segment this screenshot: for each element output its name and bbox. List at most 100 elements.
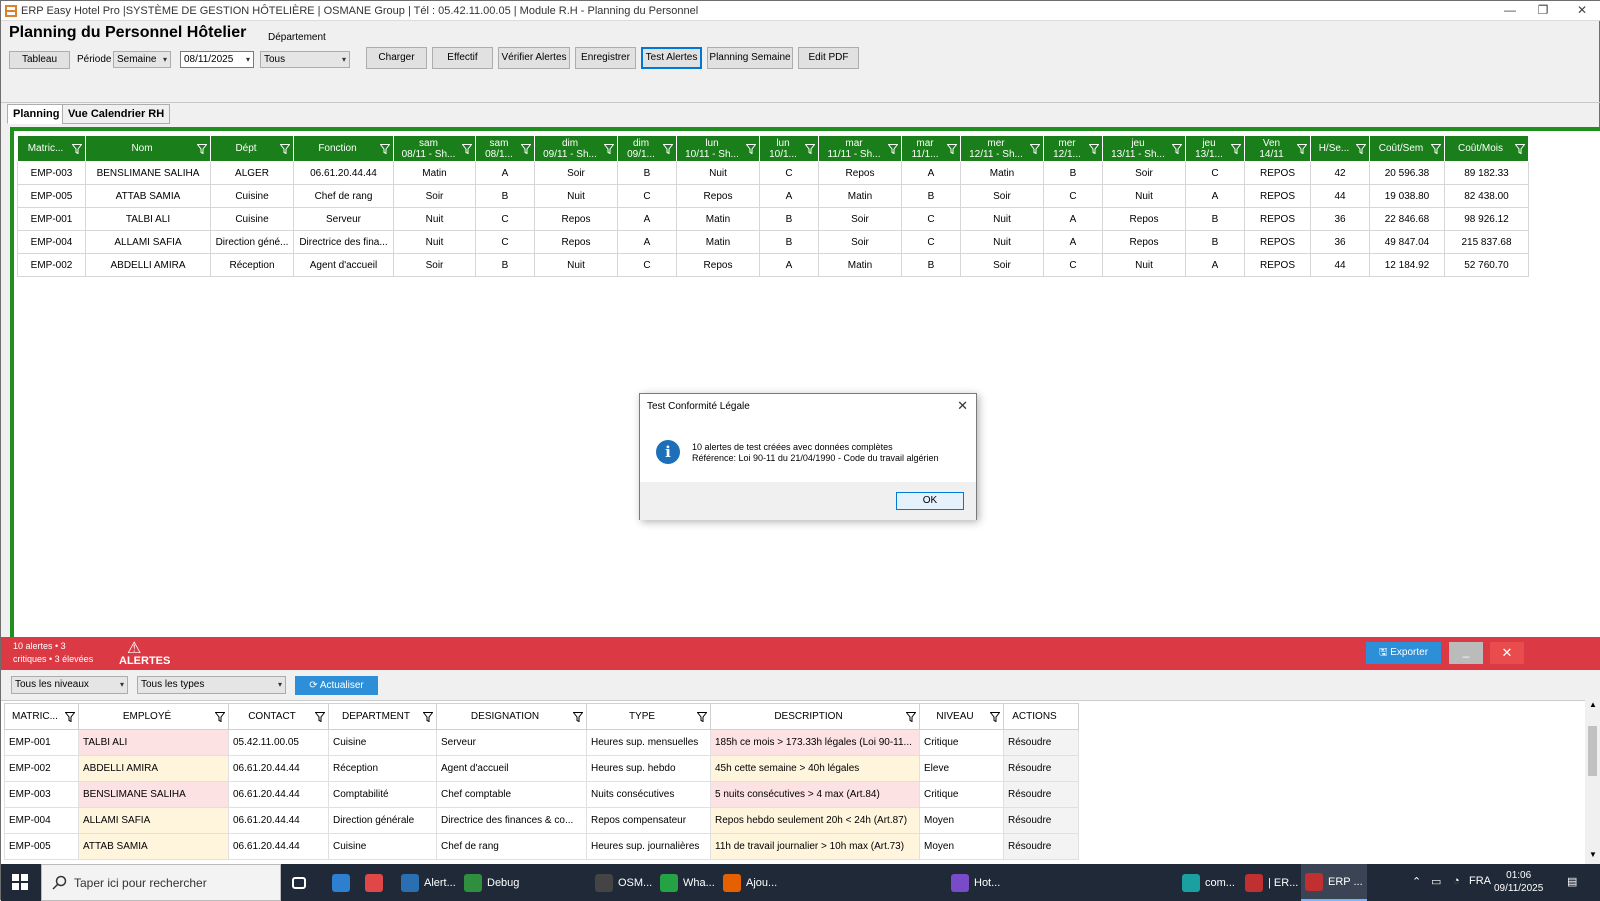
planning-cell[interactable]: A [1185, 253, 1245, 277]
enregistrer-button[interactable]: Enregistrer [575, 47, 636, 69]
planning-cell[interactable]: 22 846.68 [1369, 207, 1445, 231]
restore-window-button[interactable]: ❐ [1528, 1, 1558, 21]
tableau-button[interactable]: Tableau [9, 51, 70, 69]
taskbar-app-button[interactable]: Hot... [947, 864, 1004, 901]
windows-start-icon[interactable] [12, 874, 28, 890]
verifier-alertes-button[interactable]: Vérifier Alertes [498, 47, 570, 69]
filter-icon[interactable] [1029, 143, 1041, 154]
alerts-cell[interactable]: Agent d'accueil [436, 755, 587, 782]
alerts-cell[interactable]: EMP-001 [4, 729, 79, 756]
planning-cell[interactable]: Agent d'accueil [293, 253, 394, 277]
filter-icon[interactable] [196, 143, 208, 154]
planning-cell[interactable]: A [759, 184, 819, 208]
planning-cell[interactable]: B [617, 161, 677, 185]
alerts-cell[interactable]: Réception [328, 755, 437, 782]
alerts-cell[interactable]: 45h cette semaine > 40h légales [710, 755, 920, 782]
planning-cell[interactable]: Soir [960, 184, 1044, 208]
planning-cell[interactable]: 36 [1310, 230, 1370, 254]
taskbar-search[interactable]: Taper ici pour rechercher [41, 864, 281, 901]
planning-cell[interactable]: B [475, 184, 535, 208]
planning-cell[interactable]: Nuit [960, 230, 1044, 254]
planning-col-header[interactable]: sam 08/11 - Sh... [393, 135, 476, 162]
planning-cell[interactable]: 06.61.20.44.44 [293, 161, 394, 185]
alerts-col-header[interactable]: CONTACT [228, 703, 329, 730]
planning-cell[interactable]: 82 438.00 [1444, 184, 1529, 208]
minimize-alerts-button[interactable]: _ [1449, 642, 1483, 664]
filter-icon[interactable] [946, 143, 958, 154]
alerts-col-header[interactable]: DESCRIPTION [710, 703, 920, 730]
planning-cell[interactable]: 12 184.92 [1369, 253, 1445, 277]
planning-cell[interactable]: Soir [818, 207, 902, 231]
alerts-cell[interactable]: ATTAB SAMIA [78, 833, 229, 860]
planning-col-header[interactable]: H/Se... [1310, 135, 1370, 162]
alerts-cell[interactable]: EMP-003 [4, 781, 79, 808]
planning-row[interactable]: EMP-004 ALLAMI SAFIA Direction géné... Dire… [17, 230, 1529, 254]
dialog-close-icon[interactable]: ✕ [957, 398, 968, 414]
alerts-cell[interactable]: 06.61.20.44.44 [228, 807, 329, 834]
language-indicator[interactable]: FRA [1469, 875, 1491, 887]
alerts-cell[interactable]: Heures sup. hebdo [586, 755, 711, 782]
charger-button[interactable]: Charger [366, 47, 427, 69]
alerts-cell[interactable]: Cuisine [328, 833, 437, 860]
niveau-filter-select[interactable]: Tous les niveaux ▾ [11, 676, 128, 694]
alerts-cell[interactable]: 11h de travail journalier > 10h max (Art… [710, 833, 920, 860]
filter-icon[interactable] [279, 143, 291, 154]
alerts-cell[interactable]: 06.61.20.44.44 [228, 755, 329, 782]
test-alertes-button[interactable]: Test Alertes [641, 47, 702, 69]
taskbar-app-button[interactable]: Debug [460, 864, 523, 901]
planning-cell[interactable]: Nuit [960, 207, 1044, 231]
planning-cell[interactable]: C [617, 253, 677, 277]
battery-icon[interactable]: ▭ [1431, 875, 1441, 888]
departement-select[interactable]: Tous ▾ [260, 51, 350, 68]
planning-cell[interactable]: Direction géné... [210, 230, 294, 254]
alerts-row[interactable]: EMP-005 ATTAB SAMIA 06.61.20.44.44 Cuisine C… [4, 833, 1079, 860]
planning-cell[interactable]: A [759, 253, 819, 277]
planning-cell[interactable]: REPOS [1244, 161, 1311, 185]
alerts-cell[interactable]: 05.42.11.00.05 [228, 729, 329, 756]
planning-cell[interactable]: BENSLIMANE SALIHA [85, 161, 211, 185]
planning-cell[interactable]: Repos [534, 230, 618, 254]
scroll-down-icon[interactable]: ▼ [1589, 850, 1597, 859]
alerts-col-header[interactable]: DESIGNATION [436, 703, 587, 730]
filter-icon[interactable] [696, 711, 708, 722]
resoudre-action[interactable]: Résoudre [1003, 755, 1079, 782]
planning-cell[interactable]: B [759, 230, 819, 254]
filter-icon[interactable] [214, 711, 226, 722]
planning-col-header[interactable]: Fonction [293, 135, 394, 162]
planning-col-header[interactable]: sam 08/1... [475, 135, 535, 162]
planning-cell[interactable]: EMP-005 [17, 184, 86, 208]
planning-cell[interactable]: Repos [676, 253, 760, 277]
filter-icon[interactable] [887, 143, 899, 154]
alerts-cell[interactable]: EMP-005 [4, 833, 79, 860]
planning-cell[interactable]: EMP-002 [17, 253, 86, 277]
planning-cell[interactable]: REPOS [1244, 207, 1311, 231]
planning-cell[interactable]: ALGER [210, 161, 294, 185]
planning-cell[interactable]: 19 038.80 [1369, 184, 1445, 208]
planning-col-header[interactable]: dim 09/11 - Sh... [534, 135, 618, 162]
planning-cell[interactable]: B [475, 253, 535, 277]
alerts-col-header[interactable]: ACTIONS [1003, 703, 1079, 730]
planning-col-header[interactable]: mar 11/1... [901, 135, 961, 162]
alerts-cell[interactable]: 185h ce mois > 173.33h légales (Loi 90-1… [710, 729, 920, 756]
planning-cell[interactable]: Chef de rang [293, 184, 394, 208]
actualiser-button[interactable]: ⟳ Actualiser [295, 676, 378, 695]
filter-icon[interactable] [64, 711, 76, 722]
scroll-up-icon[interactable]: ▲ [1589, 700, 1597, 709]
tab-vue-calendrier-rh[interactable]: Vue Calendrier RH [62, 104, 171, 124]
resoudre-action[interactable]: Résoudre [1003, 729, 1079, 756]
planning-cell[interactable]: A [617, 207, 677, 231]
planning-cell[interactable]: C [1185, 161, 1245, 185]
planning-cell[interactable]: B [1043, 161, 1103, 185]
planning-cell[interactable]: Matin [676, 207, 760, 231]
alerts-row[interactable]: EMP-001 TALBI ALI 05.42.11.00.05 Cuisine Ser… [4, 729, 1079, 756]
edit-pdf-button[interactable]: Edit PDF [798, 47, 859, 69]
alerts-col-header[interactable]: DEPARTMENT [328, 703, 437, 730]
pinned-app-icon[interactable] [332, 864, 355, 901]
planning-col-header[interactable]: dim 09/1... [617, 135, 677, 162]
planning-cell[interactable]: A [1043, 207, 1103, 231]
alerts-cell[interactable]: Directrice des finances & co... [436, 807, 587, 834]
planning-cell[interactable]: Repos [534, 207, 618, 231]
planning-cell[interactable]: REPOS [1244, 253, 1311, 277]
planning-cell[interactable]: Nuit [1102, 253, 1186, 277]
planning-cell[interactable]: Matin [960, 161, 1044, 185]
